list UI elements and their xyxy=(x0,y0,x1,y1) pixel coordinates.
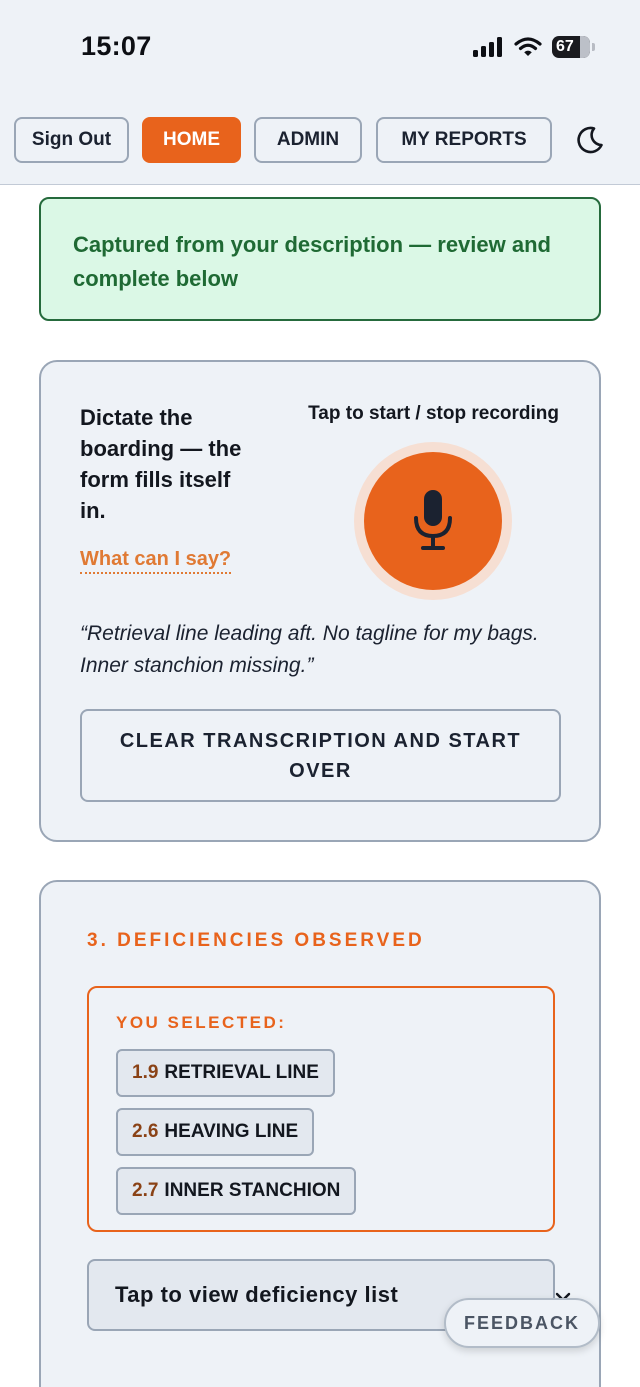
selected-deficiencies-box: YOU SELECTED: 1.9 RETRIEVAL LINE 2.6 HEA… xyxy=(87,986,555,1232)
my-reports-button[interactable]: MY REPORTS xyxy=(376,117,552,163)
deficiency-code: 2.7 xyxy=(132,1180,159,1201)
selected-deficiency-chip[interactable]: 2.6 HEAVING LINE xyxy=(116,1108,315,1156)
status-icons: 67 xyxy=(472,33,595,61)
deficiencies-section-title: 3. DEFICIENCIES OBSERVED xyxy=(87,930,425,951)
dictation-card: Dictate the boarding — the form fills it… xyxy=(39,360,601,842)
capture-success-banner: Captured from your description — review … xyxy=(39,197,601,321)
selected-deficiency-chip[interactable]: 2.7 INNER STANCHION xyxy=(116,1167,357,1215)
sign-out-button[interactable]: Sign Out xyxy=(14,117,129,163)
deficiency-code: 1.9 xyxy=(132,1062,159,1083)
main-nav: Sign Out HOME ADMIN MY REPORTS xyxy=(14,116,552,164)
cellular-signal-icon xyxy=(473,37,502,57)
deficiency-label: RETRIEVAL LINE xyxy=(164,1062,319,1083)
status-time: 15:07 xyxy=(81,31,152,61)
admin-button[interactable]: ADMIN xyxy=(254,117,362,163)
battery-icon: 67 xyxy=(552,36,595,58)
deficiency-label: INNER STANCHION xyxy=(164,1180,341,1201)
dictation-heading: Dictate the boarding — the form fills it… xyxy=(80,405,242,523)
dark-mode-toggle-icon[interactable] xyxy=(574,124,606,156)
record-button-core[interactable] xyxy=(364,452,502,590)
banner-text: Captured from your description — review … xyxy=(73,232,551,291)
deficiency-code: 2.6 xyxy=(132,1121,159,1142)
battery-level: 67 xyxy=(556,38,574,55)
app-screen: 15:07 67 Sign Out HOME ADMIN MY REPORTS … xyxy=(0,0,640,1387)
microphone-icon xyxy=(414,490,452,550)
top-bar: 15:07 67 Sign Out HOME ADMIN MY REPORTS xyxy=(0,0,640,185)
what-can-i-say-link[interactable]: What can I say? xyxy=(80,548,232,574)
wifi-icon xyxy=(514,37,542,56)
dropdown-label: Tap to view deficiency list xyxy=(115,1282,399,1307)
home-button[interactable]: HOME xyxy=(142,117,241,163)
record-instruction: Tap to start / stop recording xyxy=(308,403,559,424)
selected-label: YOU SELECTED: xyxy=(116,1013,287,1032)
clear-transcription-button[interactable]: CLEAR TRANSCRIPTION AND START OVER xyxy=(80,709,561,802)
record-button[interactable] xyxy=(354,442,512,600)
transcript-text: “Retrieval line leading aft. No tagline … xyxy=(80,622,539,677)
selected-deficiency-chip[interactable]: 1.9 RETRIEVAL LINE xyxy=(116,1049,335,1097)
feedback-button[interactable]: FEEDBACK xyxy=(444,1298,600,1348)
deficiency-label: HEAVING LINE xyxy=(164,1121,299,1142)
